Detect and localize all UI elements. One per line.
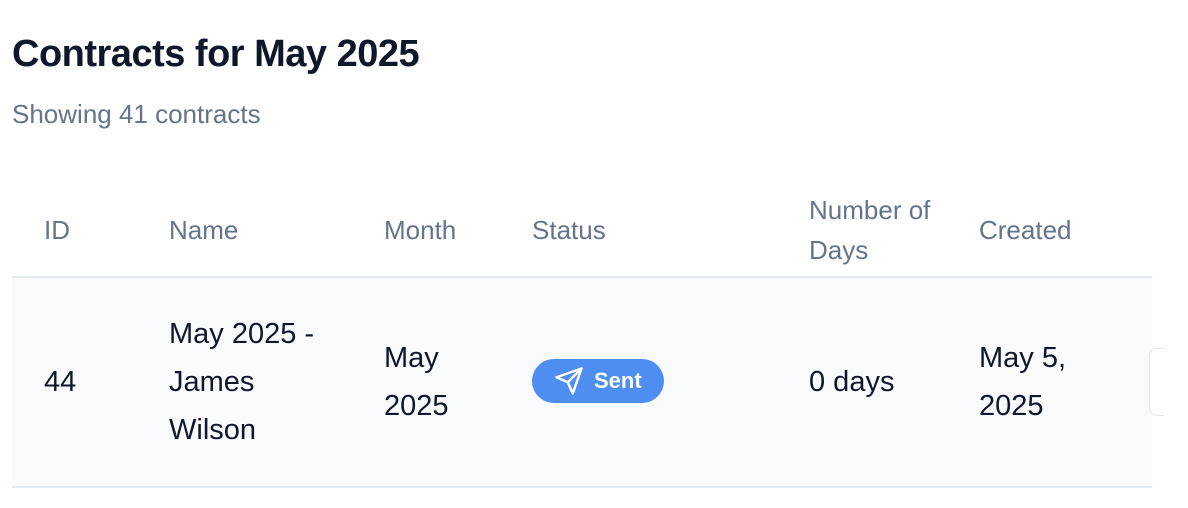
contract-month: May 2025 xyxy=(384,342,449,422)
column-header-id[interactable]: ID xyxy=(44,210,70,250)
column-header-name[interactable]: Name xyxy=(169,210,238,250)
row-action-button[interactable] xyxy=(1149,348,1164,416)
contracts-table: ID Name Month Status Number of Days Crea… xyxy=(12,180,1164,488)
page-title: Contracts for May 2025 xyxy=(12,33,420,75)
status-label: Sent xyxy=(594,368,642,393)
number-of-days: 0 days xyxy=(809,366,895,398)
column-header-month[interactable]: Month xyxy=(384,210,456,250)
column-header-status[interactable]: Status xyxy=(532,210,606,250)
send-icon xyxy=(554,366,584,396)
contract-name: May 2025 - James Wilson xyxy=(169,318,315,446)
table-header: ID Name Month Status Number of Days Crea… xyxy=(12,180,1152,278)
column-header-number-of-days[interactable]: Number of Days xyxy=(809,190,939,270)
status-badge: Sent xyxy=(532,359,664,403)
contract-id: 44 xyxy=(44,366,77,398)
contracts-count: Showing 41 contracts xyxy=(12,99,261,129)
table-row[interactable]: 44 May 2025 - James Wilson May 2025 Sent… xyxy=(12,278,1164,488)
column-header-created[interactable]: Created xyxy=(979,210,1072,250)
created-date: May 5, 2025 xyxy=(979,342,1067,422)
